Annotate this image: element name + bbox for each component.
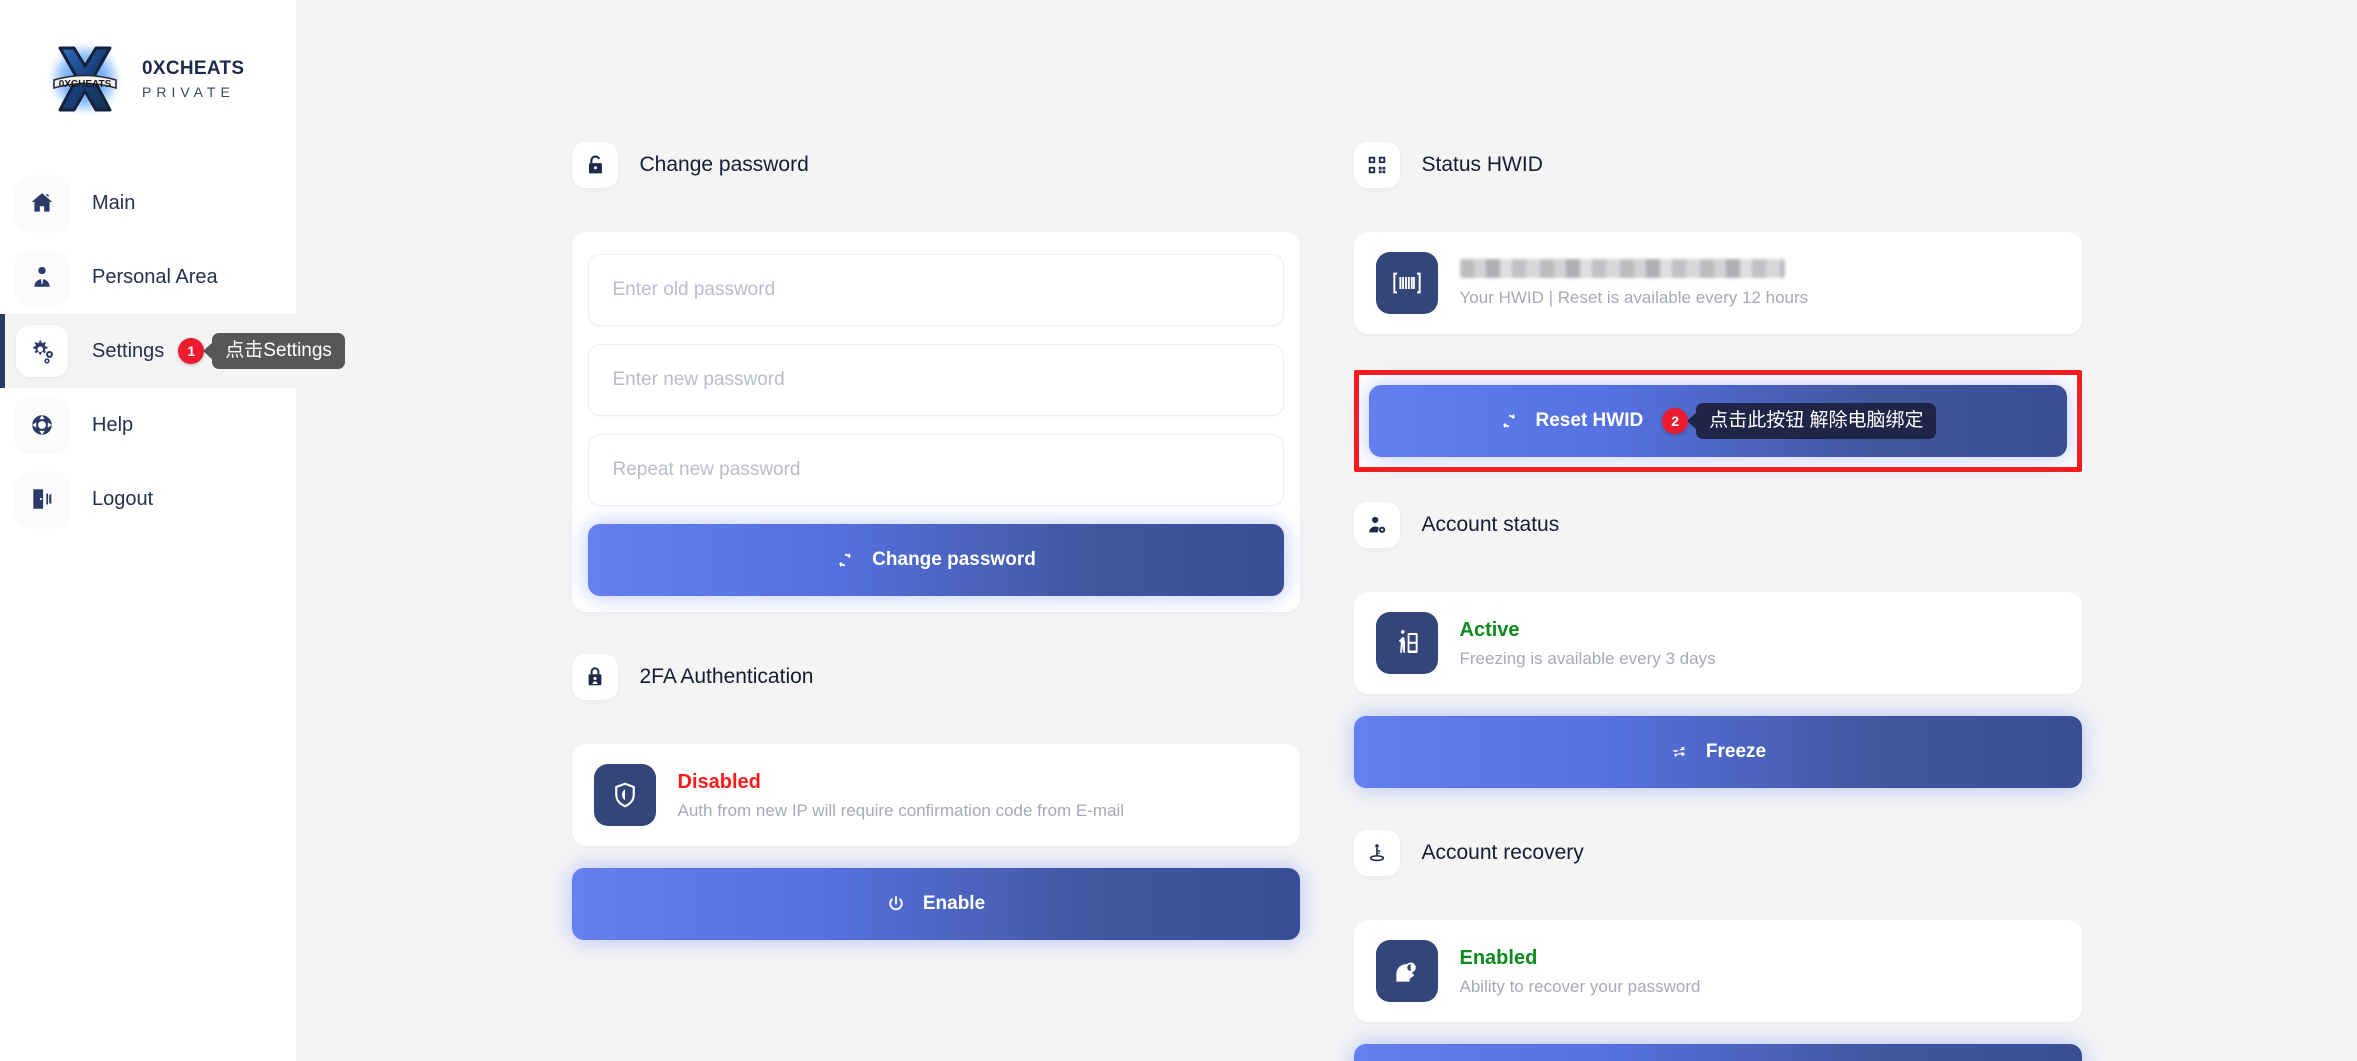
- section-title: Account status: [1421, 513, 1560, 536]
- freeze-door-icon: [1375, 612, 1438, 674]
- two-fa-header: 2FA Authentication: [571, 654, 1300, 700]
- snowflake-icon: [1669, 742, 1689, 762]
- section-title: Change password: [639, 153, 809, 176]
- freeze-button[interactable]: Freeze: [1353, 716, 2082, 788]
- hwid-description: Your HWID | Reset is available every 12 …: [1459, 287, 1809, 307]
- x-shield-logo-icon: 0XCHEATS: [46, 40, 124, 118]
- power-icon: [886, 894, 906, 914]
- section-title: Account recovery: [1421, 841, 1584, 864]
- sidebar-item-personal-area[interactable]: Personal Area: [0, 240, 296, 314]
- lifebuoy-icon: [16, 399, 68, 451]
- new-password-input[interactable]: [612, 369, 1259, 391]
- status-hwid-header: Status HWID: [1353, 142, 2082, 188]
- reset-hwid-tooltip-text: 点击此按钮 解除电脑绑定: [1709, 409, 1924, 431]
- enable-2fa-button-label: Enable: [922, 893, 986, 914]
- two-fa-status-card: Disabled Auth from new IP will require c…: [571, 744, 1300, 846]
- key-person-icon: [1353, 830, 1400, 876]
- step-badge-2: 2: [1662, 408, 1689, 434]
- settings-tooltip: 点击Settings: [212, 332, 345, 370]
- hwid-value-redacted: [1459, 258, 1785, 278]
- two-fa-status: Disabled: [677, 771, 761, 793]
- section-title: Status HWID: [1421, 153, 1543, 176]
- freeze-button-label: Freeze: [1705, 741, 1767, 762]
- change-password-card: Change password: [571, 232, 1300, 612]
- barcode-icon: [1375, 252, 1438, 314]
- refresh-icon: [835, 550, 855, 570]
- sidebar-item-main[interactable]: Main: [0, 166, 296, 240]
- sidebar: 0XCHEATS 0XCHEATS PRIVATE Main Personal …: [0, 0, 345, 1061]
- two-fa-description: Auth from new IP will require confirmati…: [677, 801, 1125, 820]
- enable-2fa-button[interactable]: Enable: [571, 868, 1300, 940]
- change-password-button-label: Change password: [872, 549, 1036, 570]
- qr-code-icon: [1353, 142, 1400, 188]
- step-badge-1: 1: [178, 338, 205, 364]
- sidebar-item-label: Settings: [92, 339, 165, 362]
- sidebar-item-settings[interactable]: Settings 1 点击Settings: [0, 314, 345, 388]
- head-recovery-icon: [1375, 940, 1438, 1002]
- account-status: Active: [1459, 619, 1520, 641]
- reset-hwid-tooltip: 点击此按钮 解除电脑绑定: [1696, 402, 1937, 440]
- sidebar-item-label: Personal Area: [92, 265, 218, 288]
- section-title: 2FA Authentication: [639, 665, 814, 688]
- account-recovery-status: Enabled: [1459, 947, 1538, 969]
- repeat-password-input[interactable]: [612, 459, 1259, 481]
- sidebar-nav: Main Personal Area Settings 1 点击Settings…: [0, 166, 345, 536]
- reset-hwid-annotation-box: Reset HWID 2 点击此按钮 解除电脑绑定: [1353, 370, 2082, 472]
- disable-recovery-button[interactable]: Disable: [1353, 1044, 2082, 1061]
- account-status-description: Freezing is available every 3 days: [1459, 649, 1716, 668]
- shield-icon: [593, 764, 656, 826]
- unlock-icon: [571, 142, 618, 188]
- user-tie-icon: [16, 251, 68, 303]
- refresh-icon: [1499, 411, 1519, 431]
- settings-tooltip-text: 点击Settings: [225, 339, 332, 361]
- sidebar-item-logout[interactable]: Logout: [0, 462, 296, 536]
- svg-text:0XCHEATS: 0XCHEATS: [59, 79, 112, 90]
- brand-header: 0XCHEATS 0XCHEATS PRIVATE: [0, 0, 296, 136]
- app-root: 0XCHEATS 0XCHEATS PRIVATE Main Personal …: [0, 0, 2357, 1061]
- account-status-header: Account status: [1353, 502, 2082, 548]
- account-recovery-header: Account recovery: [1353, 830, 2082, 876]
- sidebar-item-label: Logout: [92, 487, 154, 510]
- settings-callout: 1 点击Settings: [178, 332, 345, 370]
- sidebar-item-label: Help: [92, 413, 134, 436]
- reset-hwid-callout: 2 点击此按钮 解除电脑绑定: [1662, 402, 1937, 440]
- change-password-header: Change password: [571, 142, 1300, 188]
- account-recovery-card: Enabled Ability to recover your password: [1353, 920, 2082, 1022]
- reset-hwid-button[interactable]: Reset HWID 2 点击此按钮 解除电脑绑定: [1368, 385, 2067, 457]
- gears-icon: [16, 325, 68, 377]
- brand-tier: PRIVATE: [142, 83, 235, 100]
- main-content: Change password Change password 2FA Auth…: [296, 0, 2357, 1061]
- brand-name: 0XCHEATS: [142, 58, 245, 80]
- home-icon: [16, 177, 68, 229]
- repeat-password-field-wrap[interactable]: [587, 434, 1284, 506]
- account-recovery-description: Ability to recover your password: [1459, 977, 1701, 996]
- door-exit-icon: [16, 473, 68, 525]
- right-column: Status HWID Your HWID | Reset is availab…: [1353, 142, 2082, 1061]
- hwid-card: Your HWID | Reset is available every 12 …: [1353, 232, 2082, 334]
- new-password-field-wrap[interactable]: [587, 344, 1284, 416]
- reset-hwid-button-label: Reset HWID: [1535, 410, 1644, 431]
- lock-user-icon: [571, 654, 618, 700]
- account-status-card: Active Freezing is available every 3 day…: [1353, 592, 2082, 694]
- old-password-field-wrap[interactable]: [587, 254, 1284, 326]
- user-gear-icon: [1353, 502, 1400, 548]
- sidebar-item-label: Main: [92, 191, 136, 214]
- sidebar-item-help[interactable]: Help: [0, 388, 296, 462]
- change-password-button[interactable]: Change password: [587, 524, 1284, 596]
- left-column: Change password Change password 2FA Auth…: [571, 142, 1300, 1061]
- old-password-input[interactable]: [612, 279, 1259, 301]
